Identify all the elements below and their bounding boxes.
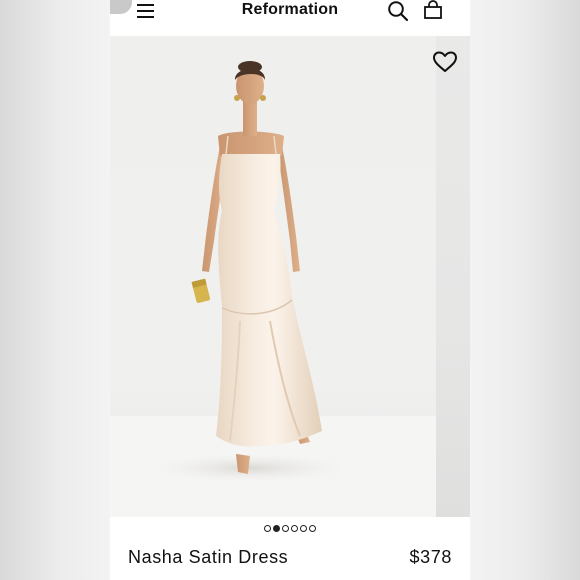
product-photo-illustration [110,61,436,517]
product-price: $378 [409,547,452,567]
carousel-dot[interactable] [300,525,307,533]
carousel-dot[interactable] [264,525,271,533]
heart-icon[interactable] [432,50,458,74]
carousel-dot[interactable] [273,525,280,533]
search-icon[interactable] [387,0,409,22]
product-name[interactable]: Nasha Satin Dress [128,547,288,568]
header-bar: Reformation [110,0,470,34]
carousel-dot[interactable] [282,525,289,533]
carousel-dot[interactable] [291,525,298,533]
product-image[interactable] [110,36,436,517]
shopping-bag-icon[interactable] [423,0,443,20]
carousel-indicator[interactable] [110,520,470,533]
carousel-dot[interactable] [309,525,316,533]
brand-logo[interactable]: Reformation [110,1,470,19]
next-image-peek[interactable] [436,36,470,517]
mobile-app-screen: Reformation Nasha Satin Dress $378 [110,0,470,580]
